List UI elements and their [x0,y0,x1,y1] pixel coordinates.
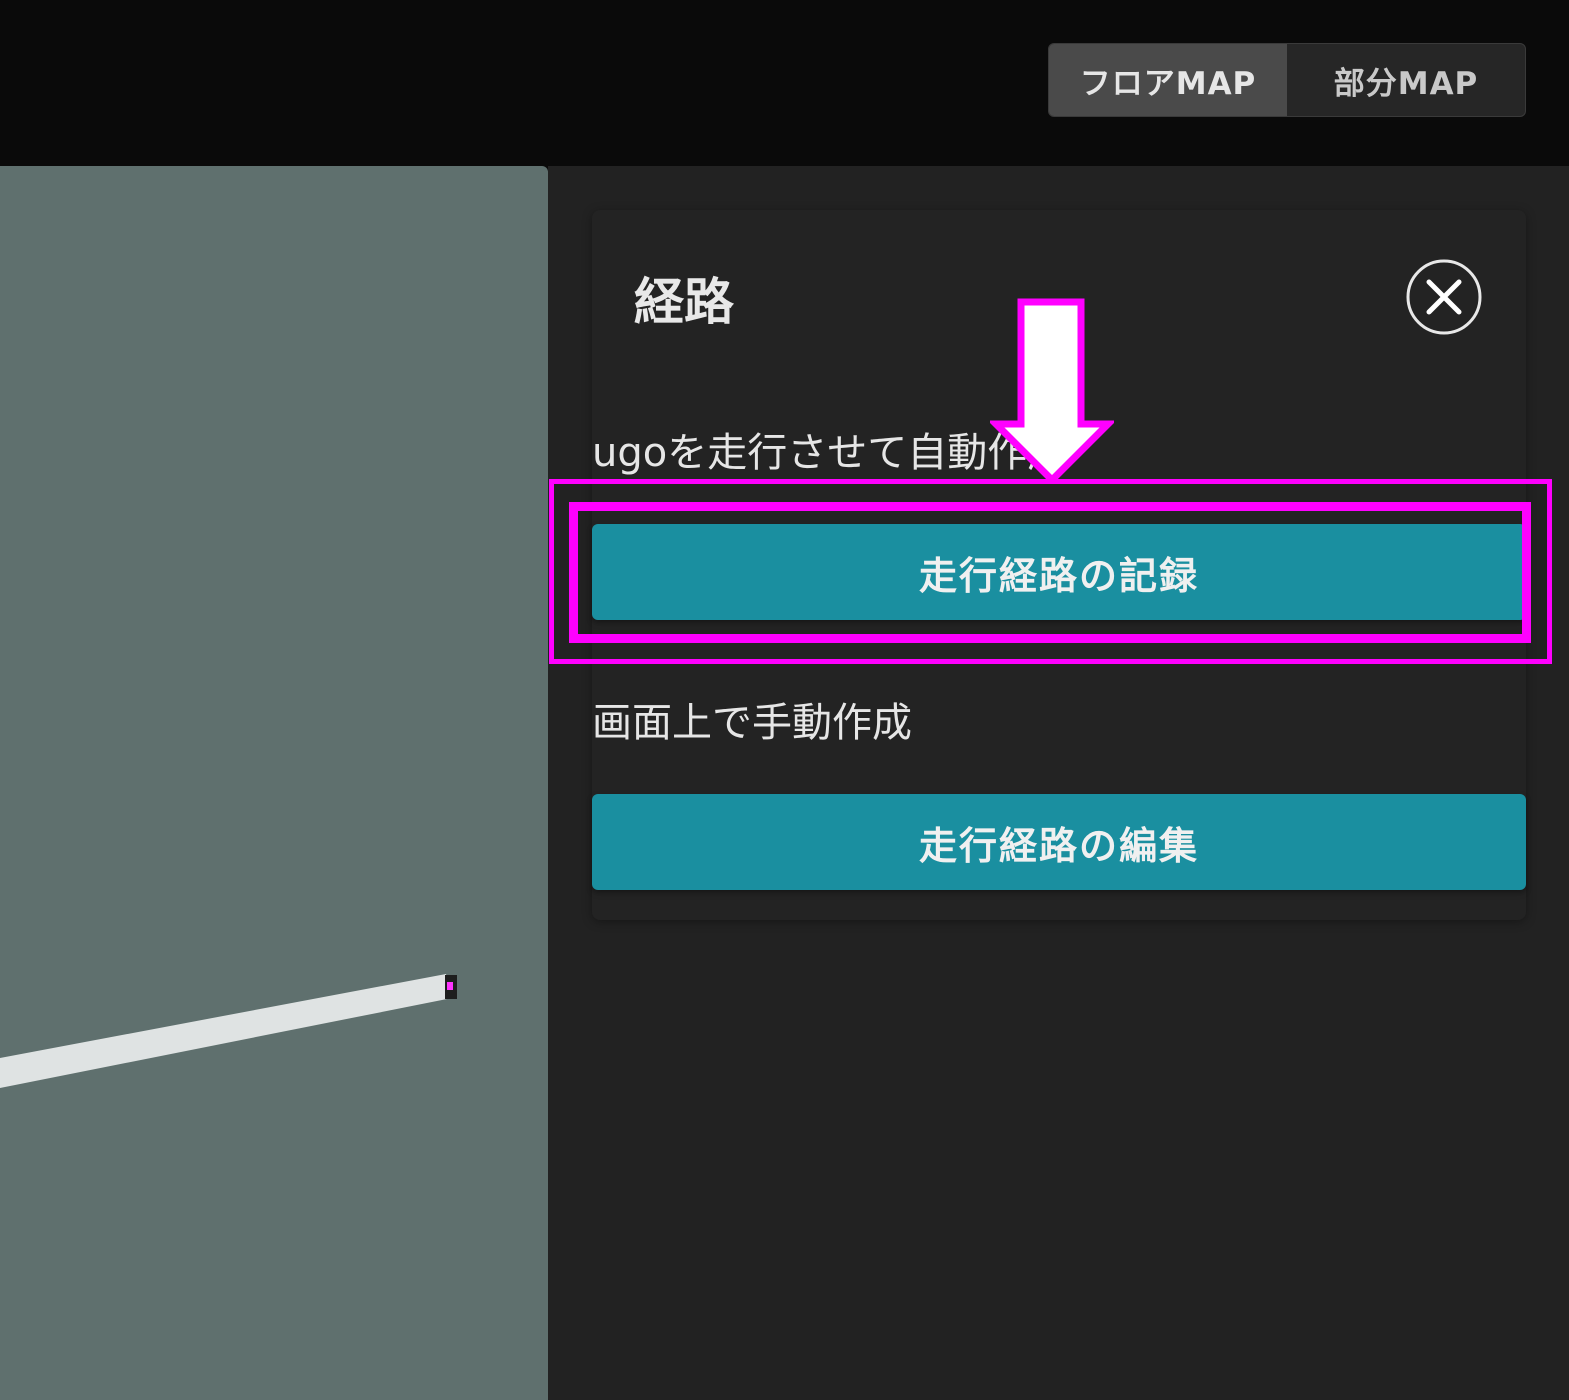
map-route-layer [0,974,457,1088]
auto-create-label: ugoを走行させて自動作成 [592,430,1068,476]
route-end-dot [447,982,453,990]
manual-create-label: 画面上で手動作成 [592,700,912,746]
map-route-path [0,974,452,1088]
record-route-button[interactable]: 走行経路の記録 [592,524,1526,620]
floor-map-tab[interactable]: フロアMAP [1049,44,1287,116]
edit-route-button[interactable]: 走行経路の編集 [592,794,1526,890]
top-bar: フロアMAP 部分MAP [0,0,1569,166]
close-icon [1406,259,1482,335]
map-canvas[interactable] [0,166,548,1400]
close-button[interactable] [1405,258,1483,336]
panel-title: 経路 [634,273,734,331]
map-view-toggle: フロアMAP 部分MAP [1048,43,1526,117]
partial-map-tab[interactable]: 部分MAP [1287,44,1525,116]
